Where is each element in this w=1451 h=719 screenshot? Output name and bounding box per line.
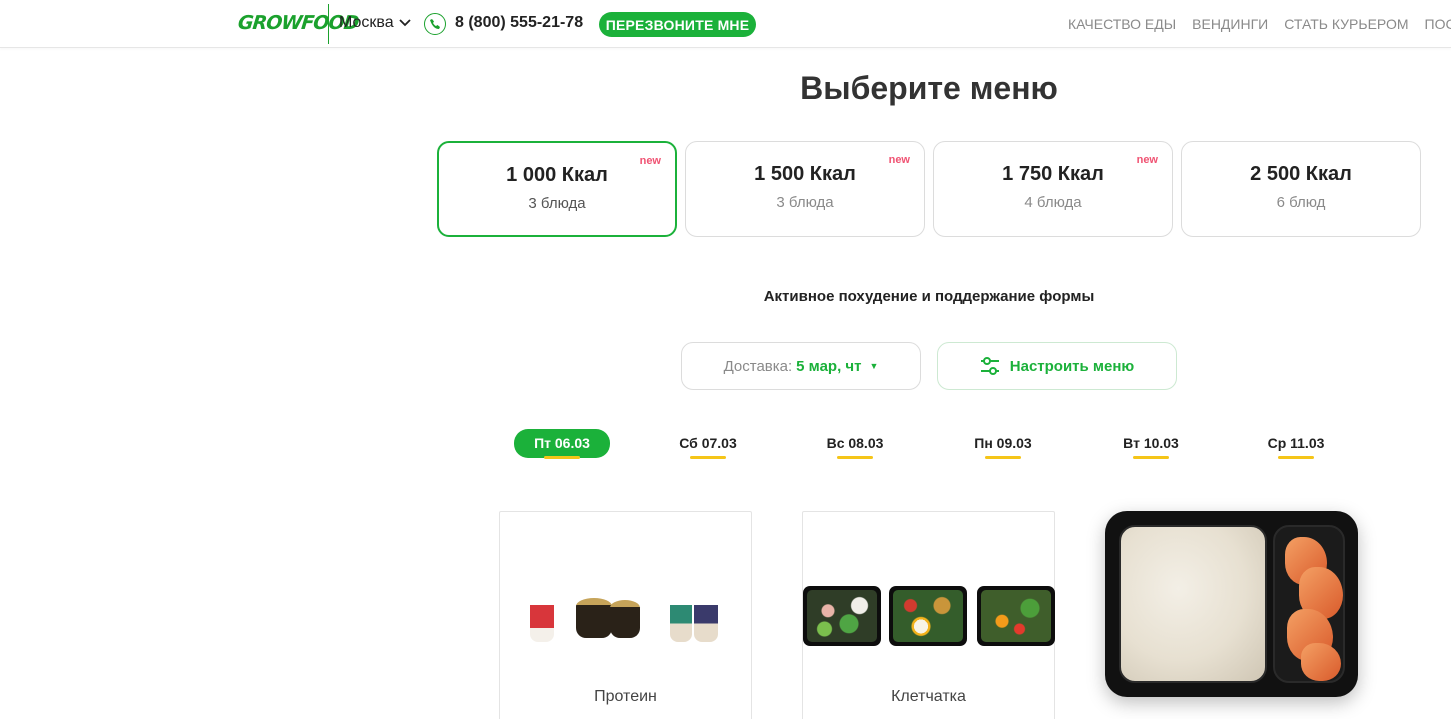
nav-item-vending[interactable]: ВЕНДИНГИ: [1192, 16, 1268, 32]
nav-item-supplier[interactable]: ПОСТАВ: [1425, 16, 1451, 32]
calorie-value: 1 000 Ккал: [506, 164, 608, 186]
city-label: Москва: [339, 14, 394, 31]
phone-icon: [424, 13, 446, 35]
day-label: Пн 09.03: [974, 435, 1032, 451]
day-underline: [1278, 456, 1314, 459]
product-name: Протеин: [594, 688, 657, 705]
top-nav: КАЧЕСТВО ЕДЫ ВЕНДИНГИ СТАТЬ КУРЬЕРОМ ПОС…: [1068, 16, 1451, 32]
new-badge: new: [639, 155, 661, 167]
tab-day-0603[interactable]: Пт 06.03: [514, 429, 610, 459]
configure-menu-button[interactable]: Настроить меню: [937, 342, 1177, 390]
protein-image: [500, 586, 751, 646]
menu-description: Активное похудение и поддержание формы: [763, 288, 1095, 305]
site-header: GROWFOOD Москва 8 (800) 555-21-78 ПЕРЕЗВ…: [0, 0, 1451, 48]
calorie-card-1750[interactable]: 1 750 Ккал 4 блюда new: [933, 141, 1173, 237]
calorie-card-1500[interactable]: 1 500 Ккал 3 блюда new: [685, 141, 925, 237]
header-divider: [328, 4, 329, 44]
day-label: Вс 08.03: [826, 435, 884, 451]
nav-item-food-quality[interactable]: КАЧЕСТВО ЕДЫ: [1068, 16, 1176, 32]
tab-day-0803[interactable]: Вс 08.03: [823, 429, 887, 459]
day-underline: [690, 456, 726, 459]
fruit-compartment: [1273, 525, 1345, 683]
phone-number[interactable]: 8 (800) 555-21-78: [455, 14, 583, 32]
page-title: Выберите меню: [800, 70, 1058, 106]
tab-day-0903[interactable]: Пн 09.03: [970, 429, 1036, 459]
calorie-card-list: 1 000 Ккал 3 блюда new 1 500 Ккал 3 блюд…: [437, 141, 1421, 237]
product-card-fiber[interactable]: Клетчатка: [802, 511, 1055, 719]
calorie-value: 1 750 Ккал: [1002, 163, 1104, 185]
city-selector[interactable]: Москва: [339, 14, 412, 32]
configure-menu-label: Настроить меню: [1009, 357, 1135, 375]
dish-count: 3 блюда: [528, 195, 586, 212]
delivery-date: 5 мар, чт: [796, 357, 862, 375]
tab-day-0703[interactable]: Сб 07.03: [676, 429, 740, 459]
delivery-label: Доставка:: [723, 357, 793, 375]
day-underline: [985, 456, 1021, 459]
chevron-down-icon: [398, 19, 411, 27]
fiber-image: [803, 586, 1055, 646]
tab-day-1003[interactable]: Вт 10.03: [1119, 429, 1183, 459]
new-badge: new: [1136, 154, 1158, 166]
day-underline: [544, 456, 580, 459]
dish-count: 3 блюда: [776, 194, 834, 211]
calorie-card-1000[interactable]: 1 000 Ккал 3 блюда new: [437, 141, 677, 237]
sliders-icon: [980, 357, 999, 375]
day-tabs: Пт 06.03 Сб 07.03 Вс 08.03 Пн 09.03 Вт 1…: [514, 429, 1354, 461]
calorie-value: 2 500 Ккал: [1250, 163, 1352, 185]
day-label: Вт 10.03: [1123, 435, 1179, 451]
product-card-protein[interactable]: Протеин: [499, 511, 752, 719]
callback-button[interactable]: ПЕРЕЗВОНИТЕ МНЕ: [599, 12, 756, 37]
calorie-card-2500[interactable]: 2 500 Ккал 6 блюд: [1181, 141, 1421, 237]
dish-count: 6 блюд: [1276, 194, 1326, 211]
day-label: Сб 07.03: [679, 435, 737, 451]
calorie-value: 1 500 Ккал: [754, 163, 856, 185]
product-name: Клетчатка: [891, 688, 966, 705]
porridge-compartment: [1119, 525, 1267, 683]
meal-container-image[interactable]: [1105, 511, 1358, 697]
new-badge: new: [888, 154, 910, 166]
day-label: Пт 06.03: [534, 435, 590, 451]
caret-down-icon: ▼: [869, 361, 879, 371]
tab-day-1103[interactable]: Ср 11.03: [1264, 429, 1328, 459]
dish-count: 4 блюда: [1024, 194, 1082, 211]
day-underline: [1133, 456, 1169, 459]
delivery-date-selector[interactable]: Доставка: 5 мар, чт ▼: [681, 342, 921, 390]
day-label: Ср 11.03: [1267, 435, 1325, 451]
nav-item-become-courier[interactable]: СТАТЬ КУРЬЕРОМ: [1284, 16, 1408, 32]
day-underline: [837, 456, 873, 459]
